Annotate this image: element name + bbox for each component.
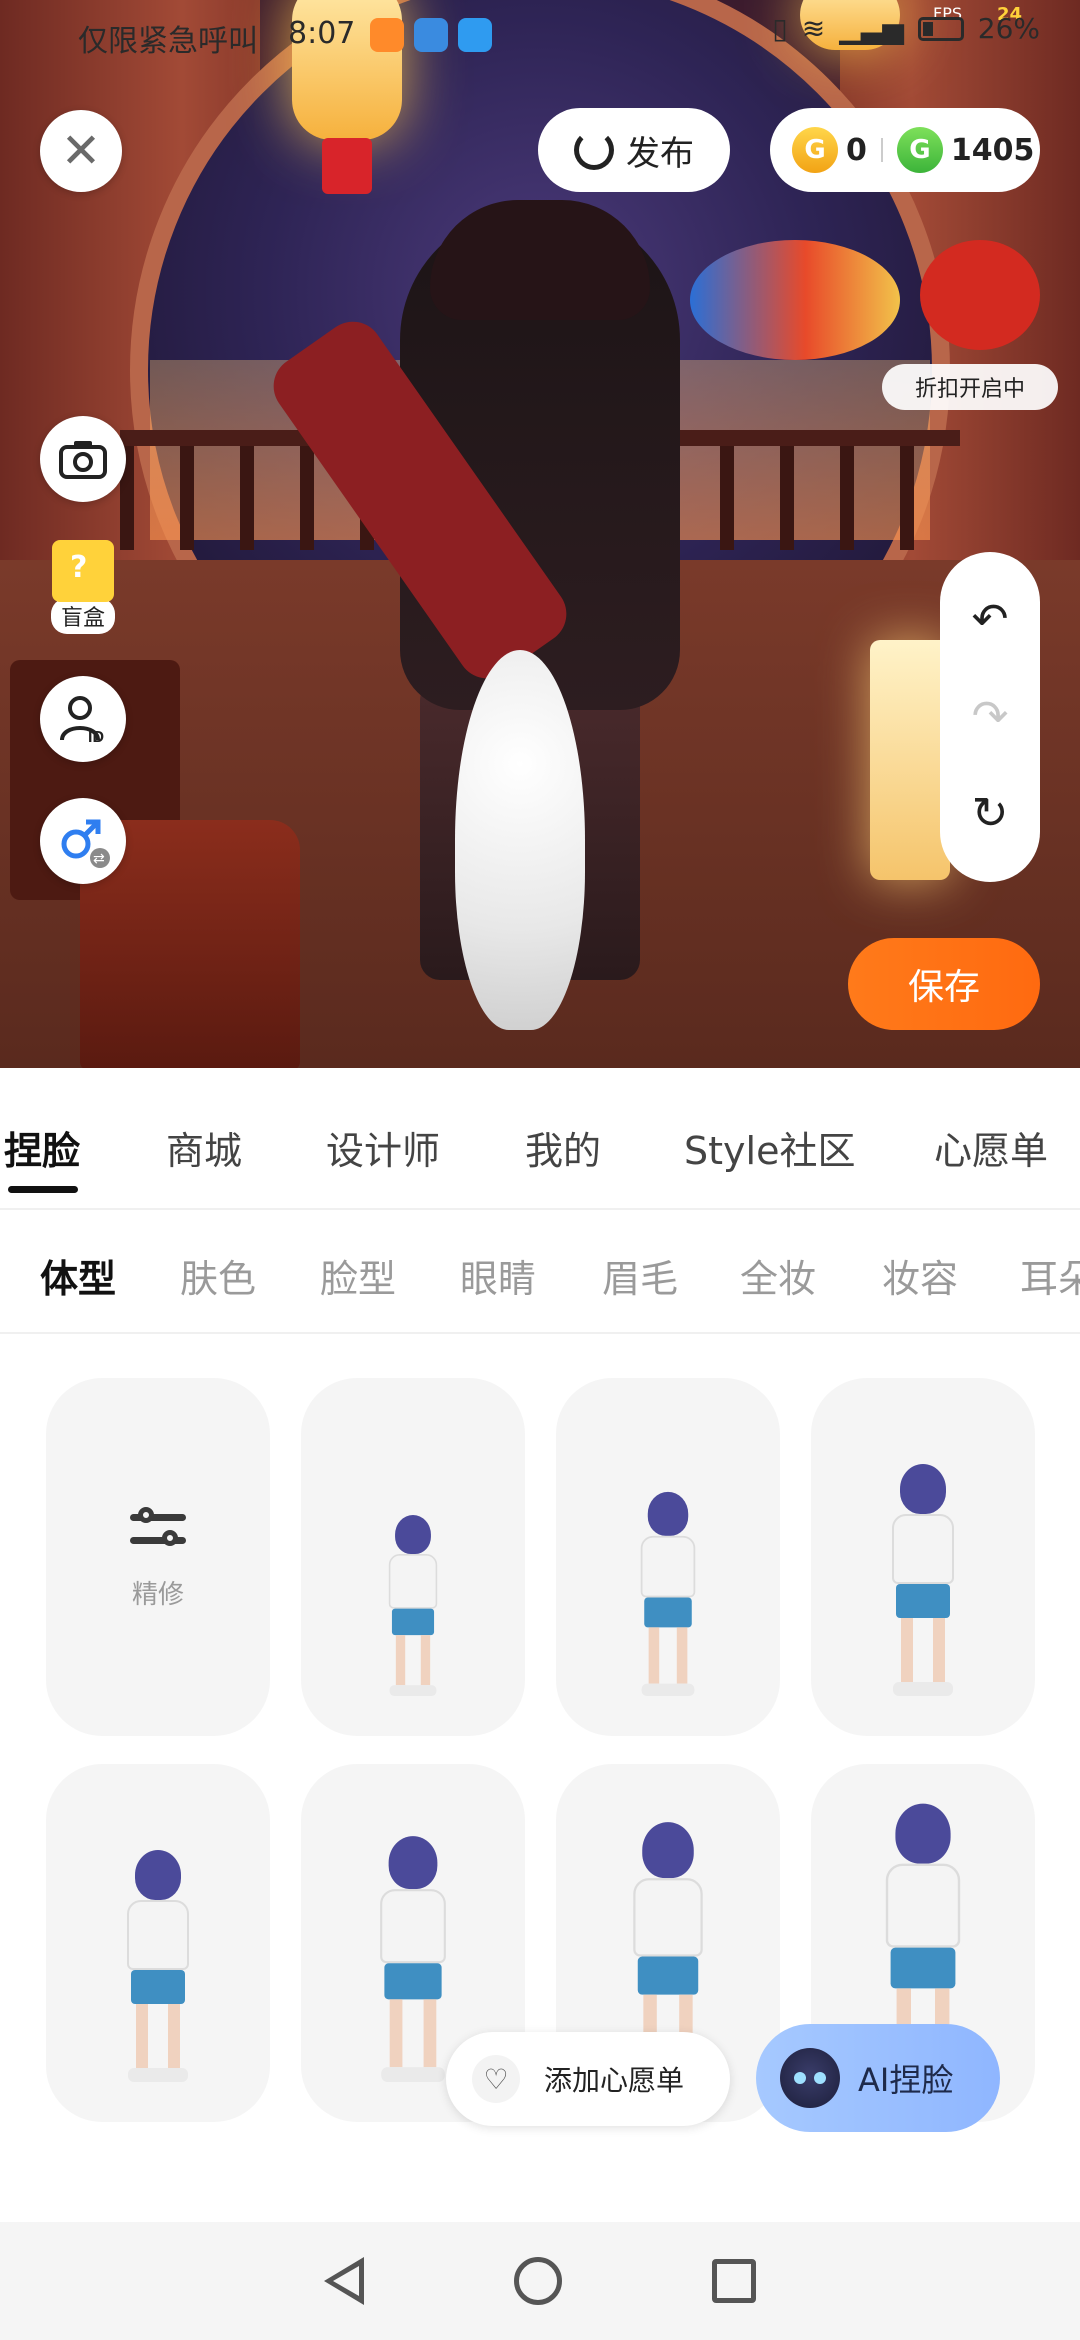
emergency-call-text: 仅限紧急呼叫 <box>78 24 258 59</box>
subtab-eyebrows[interactable]: 眉毛 <box>602 1248 678 1303</box>
back-icon[interactable] <box>324 2257 364 2305</box>
body-type-card[interactable] <box>46 1764 270 2122</box>
close-icon: ✕ <box>60 123 102 179</box>
main-tab-bar: 捏脸 商城 设计师 我的 Style社区 心愿单 <box>0 1068 1080 1210</box>
wallet-divider <box>880 138 883 162</box>
category-tab-bar: 体型 肤色 脸型 眼睛 眉毛 全妆 妆容 耳朵 <box>0 1210 1080 1334</box>
fortune-mascot-icon[interactable] <box>920 240 1040 350</box>
body-type-figure <box>380 1836 446 2082</box>
publish-icon <box>574 130 614 170</box>
svg-text:ID: ID <box>88 729 104 744</box>
parrot-pet <box>690 240 900 360</box>
add-wishlist-label: 添加心愿单 <box>544 2064 685 2097</box>
camera-button[interactable] <box>40 416 126 502</box>
home-icon[interactable] <box>514 2257 562 2305</box>
battery-icon <box>917 16 964 41</box>
subtab-eyes[interactable]: 眼睛 <box>460 1248 536 1303</box>
browser-app-icon <box>414 18 448 52</box>
tab-wishlist[interactable]: 心愿单 <box>934 1120 1048 1175</box>
subtab-body-type[interactable]: 体型 <box>40 1248 116 1303</box>
body-type-figure <box>640 1491 696 1696</box>
gold-coin-icon: G <box>792 127 838 173</box>
tab-face-editor[interactable]: 捏脸 <box>4 1120 80 1175</box>
tab-designer[interactable]: 设计师 <box>326 1120 440 1175</box>
profile-id-icon: ID <box>60 696 104 744</box>
gender-switch-icon: ⇄ <box>61 819 110 868</box>
recent-apps-icon[interactable] <box>712 2259 756 2303</box>
tab-style-community[interactable]: Style社区 <box>684 1120 855 1175</box>
refine-card[interactable]: 精修 <box>46 1378 270 1736</box>
save-button[interactable]: 保存 <box>848 938 1040 1030</box>
active-tab-indicator <box>8 1186 78 1193</box>
discount-badge[interactable]: 折扣开启中 <box>882 364 1058 410</box>
sliders-icon <box>130 1504 186 1554</box>
battery-percent: 26% <box>977 12 1040 45</box>
body-type-figure <box>127 1850 189 2082</box>
video-app-icon <box>370 18 404 52</box>
save-label: 保存 <box>907 967 980 1008</box>
publish-button[interactable]: 发布 <box>538 108 730 192</box>
camera-icon <box>59 441 107 479</box>
close-button[interactable]: ✕ <box>40 110 122 192</box>
refine-label: 精修 <box>131 1579 184 1610</box>
signal-icon: ▁▃▅ <box>839 12 904 45</box>
notification-icons <box>370 18 492 52</box>
status-right: ▯ ≋ ▁▃▅ 26% <box>772 12 1040 45</box>
slider-knob-top <box>138 1506 154 1523</box>
publish-label: 发布 <box>626 133 694 174</box>
subtab-ears[interactable]: 耳朵 <box>1020 1248 1080 1303</box>
body-type-card[interactable] <box>811 1378 1035 1736</box>
ai-face-label: AI捏脸 <box>858 2061 954 2099</box>
subtab-full-makeup[interactable]: 全妆 <box>740 1248 816 1303</box>
edit-history-panel: ↶ ↷ ↻ <box>940 552 1040 882</box>
green-coin-icon: G <box>896 127 943 173</box>
status-bar: 仅限紧急呼叫 8:07 FPS 24 ▯ ≋ ▁▃▅ 26% <box>0 0 1080 72</box>
weather-app-icon <box>458 18 492 52</box>
profile-id-button[interactable]: ID <box>40 676 126 762</box>
add-wishlist-button[interactable]: ♡ 添加心愿单 <box>446 2032 730 2126</box>
svg-text:⇄: ⇄ <box>93 851 105 867</box>
blind-box-label: 盲盒 <box>50 598 115 634</box>
undo-icon[interactable]: ↶ <box>972 598 1009 642</box>
gold-coin-count: 0 <box>846 132 867 168</box>
subtab-skin-color[interactable]: 肤色 <box>180 1248 256 1303</box>
lantern-tassel <box>322 138 372 194</box>
system-navigation-bar <box>0 2222 1080 2340</box>
floor-lamp <box>870 640 950 880</box>
heart-icon: ♡ <box>472 2055 520 2103</box>
slider-knob-bottom <box>162 1529 178 1546</box>
wifi-icon: ≋ <box>801 12 826 45</box>
currency-wallet[interactable]: G 0 G 1405 <box>770 108 1040 192</box>
body-type-card[interactable] <box>301 1378 525 1736</box>
subtab-face-shape[interactable]: 脸型 <box>320 1248 396 1303</box>
body-type-figure <box>388 1515 438 1696</box>
body-type-figure <box>892 1464 954 1696</box>
tab-mine[interactable]: 我的 <box>525 1120 601 1175</box>
gender-switch-button[interactable]: ⇄ <box>40 798 126 884</box>
status-time: 8:07 <box>288 16 356 51</box>
reset-icon[interactable]: ↻ <box>972 791 1009 836</box>
discount-label: 折扣开启中 <box>914 377 1025 402</box>
blind-box-icon <box>52 540 114 602</box>
ai-face-button[interactable]: AI捏脸 <box>756 2024 1000 2132</box>
avatar-tail <box>455 650 585 1030</box>
green-coin-count: 1405 <box>950 132 1035 168</box>
blind-box-button[interactable]: 盲盒 <box>36 540 130 640</box>
vibrate-icon: ▯ <box>772 12 788 45</box>
redo-icon[interactable]: ↷ <box>972 694 1009 739</box>
body-type-card[interactable] <box>556 1378 780 1736</box>
ai-robot-icon <box>780 2048 840 2108</box>
tab-shop[interactable]: 商城 <box>166 1120 242 1175</box>
subtab-makeup[interactable]: 妆容 <box>882 1248 958 1303</box>
avatar-editor-screen: 仅限紧急呼叫 8:07 FPS 24 ▯ ≋ ▁▃▅ 26% ✕ 发布 G 0 … <box>0 0 1080 2340</box>
